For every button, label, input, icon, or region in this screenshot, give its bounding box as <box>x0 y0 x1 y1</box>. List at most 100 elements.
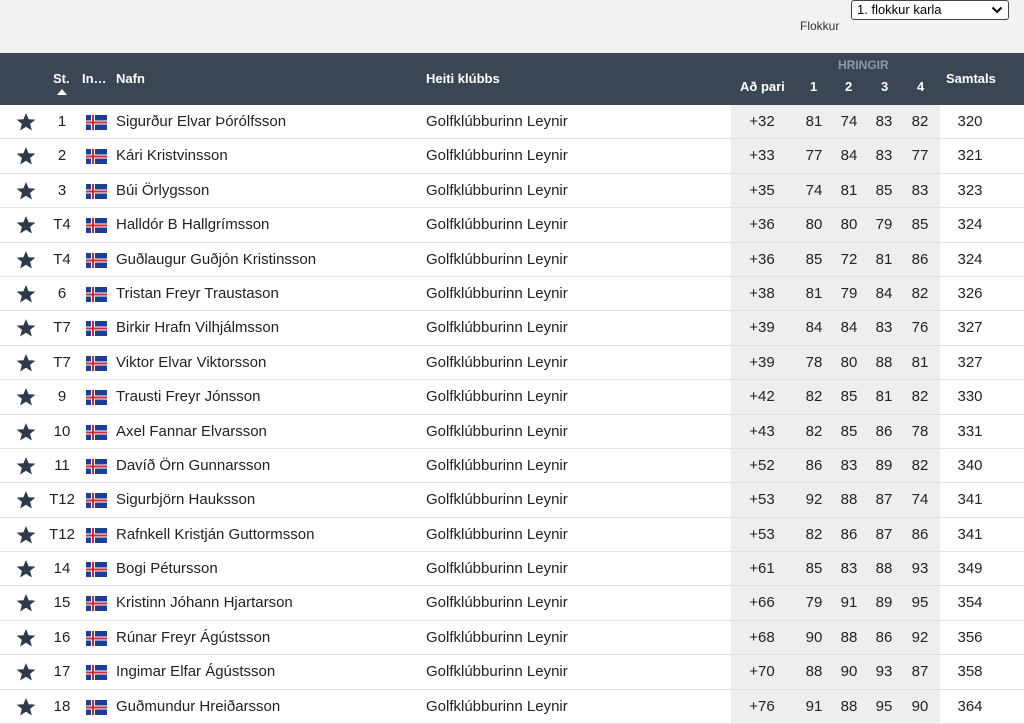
player-name[interactable]: Rafnkell Kristján Guttormsson <box>116 526 314 543</box>
player-name[interactable]: Davíð Örn Gunnarsson <box>116 457 270 474</box>
column-header-position[interactable]: St. <box>53 71 70 86</box>
player-name[interactable]: Trausti Freyr Jónsson <box>116 388 261 405</box>
round-3-score: 87 <box>875 491 893 509</box>
player-name[interactable]: Búi Örlygsson <box>116 182 209 199</box>
star-icon[interactable] <box>16 697 36 717</box>
player-name[interactable]: Axel Fannar Elvarsson <box>116 423 267 440</box>
round-4-score: 87 <box>911 663 929 681</box>
star-icon[interactable] <box>16 456 36 476</box>
to-par: +39 <box>749 353 775 371</box>
player-name[interactable]: Kristinn Jóhann Hjartarson <box>116 594 293 611</box>
star-icon[interactable] <box>16 112 36 132</box>
iceland-flag-icon <box>86 355 107 371</box>
player-name[interactable]: Viktor Elvar Viktorsson <box>116 354 266 371</box>
table-row[interactable]: T7 Viktor Elvar Viktorsson Golfklúbburin… <box>0 345 1024 381</box>
star-icon[interactable] <box>16 559 36 579</box>
column-header-name[interactable]: Nafn <box>116 71 145 86</box>
round-1-score: 85 <box>805 250 823 268</box>
round-1-score: 85 <box>805 560 823 578</box>
total-score: 326 <box>957 284 983 302</box>
column-header-round-4[interactable]: 4 <box>917 79 924 94</box>
round-1-score: 88 <box>805 663 823 681</box>
round-1-score: 81 <box>805 113 823 130</box>
position: 18 <box>53 697 71 715</box>
star-icon[interactable] <box>16 490 36 510</box>
star-icon[interactable] <box>16 387 36 407</box>
position: 16 <box>53 628 71 646</box>
iceland-flag-icon <box>86 390 107 406</box>
table-row[interactable]: 9 Trausti Freyr Jónsson Golfklúbburinn L… <box>0 380 1024 415</box>
round-3-score: 86 <box>875 628 893 646</box>
player-name[interactable]: Ingimar Elfar Ágústsson <box>116 663 275 680</box>
club-name: Golfklúbburinn Leynir <box>426 697 568 715</box>
table-row[interactable]: T7 Birkir Hrafn Vilhjálmsson Golfklúbbur… <box>0 311 1024 346</box>
club-name: Golfklúbburinn Leynir <box>426 250 568 268</box>
player-name[interactable]: Halldór B Hallgrímsson <box>116 216 269 233</box>
table-row[interactable]: 3 Búi Örlygsson Golfklúbburinn Leynir +3… <box>0 173 1024 209</box>
player-name[interactable]: Rúnar Freyr Ágústsson <box>116 629 270 646</box>
star-icon[interactable] <box>16 525 36 545</box>
table-row[interactable]: 11 Davíð Örn Gunnarsson Golfklúbburinn L… <box>0 448 1024 484</box>
round-3-score: 81 <box>875 250 893 268</box>
star-icon[interactable] <box>16 284 36 304</box>
table-row[interactable]: 16 Rúnar Freyr Ágústsson Golfklúbburinn … <box>0 620 1024 656</box>
star-icon[interactable] <box>16 593 36 613</box>
iceland-flag-icon <box>86 562 107 578</box>
star-icon[interactable] <box>16 353 36 373</box>
round-3-score: 83 <box>875 319 893 337</box>
sort-ascending-icon[interactable] <box>57 89 67 95</box>
column-header-round-3[interactable]: 3 <box>881 79 888 94</box>
table-row[interactable]: T4 Halldór B Hallgrímsson Golfklúbburinn… <box>0 208 1024 243</box>
position: 9 <box>57 388 67 406</box>
player-name[interactable]: Tristan Freyr Traustason <box>116 285 279 302</box>
column-header-to-par[interactable]: Að pari <box>740 79 785 94</box>
table-row[interactable]: T12 Rafnkell Kristján Guttormsson Golfkl… <box>0 517 1024 553</box>
round-4-score: 82 <box>911 456 929 474</box>
round-2-score: 79 <box>840 284 858 302</box>
star-icon[interactable] <box>16 318 36 338</box>
player-name[interactable]: Sigurbjörn Hauksson <box>116 491 255 508</box>
star-icon[interactable] <box>16 628 36 648</box>
column-header-club[interactable]: Heiti klúbbs <box>426 71 500 86</box>
table-row[interactable]: 2 Kári Kristvinsson Golfklúbburinn Leyni… <box>0 139 1024 174</box>
player-name[interactable]: Guðlaugur Guðjón Kristinsson <box>116 251 316 268</box>
round-3-score: 93 <box>875 663 893 681</box>
table-row[interactable]: 6 Tristan Freyr Traustason Golfklúbburin… <box>0 276 1024 312</box>
position: T12 <box>49 525 75 543</box>
table-row[interactable]: 15 Kristinn Jóhann Hjartarson Golfklúbbu… <box>0 586 1024 621</box>
table-row[interactable]: 14 Bogi Pétursson Golfklúbburinn Leynir … <box>0 552 1024 587</box>
column-header-round-1[interactable]: 1 <box>810 79 817 94</box>
round-2-score: 88 <box>840 628 858 646</box>
player-name[interactable]: Sigurður Elvar Þórólfsson <box>116 113 286 130</box>
round-2-score: 84 <box>840 147 858 165</box>
star-icon[interactable] <box>16 422 36 442</box>
player-name[interactable]: Birkir Hrafn Vilhjálmsson <box>116 319 279 336</box>
player-name[interactable]: Guðmundur Hreiðarsson <box>116 698 280 715</box>
star-icon[interactable] <box>16 181 36 201</box>
table-row[interactable]: T12 Sigurbjörn Hauksson Golfklúbburinn L… <box>0 483 1024 518</box>
star-icon[interactable] <box>16 215 36 235</box>
column-header-total[interactable]: Samtals <box>946 71 996 86</box>
player-name[interactable]: Kári Kristvinsson <box>116 147 228 164</box>
table-row[interactable]: T4 Guðlaugur Guðjón Kristinsson Golfklúb… <box>0 242 1024 277</box>
column-header-round-2[interactable]: 2 <box>845 79 852 94</box>
star-icon[interactable] <box>16 250 36 270</box>
round-1-score: 80 <box>805 216 823 234</box>
round-4-score: 85 <box>911 216 929 234</box>
table-row[interactable]: 1 Sigurður Elvar Þórólfsson Golfklúbburi… <box>0 105 1024 140</box>
table-row[interactable]: 17 Ingimar Elfar Ágústsson Golfklúbburin… <box>0 655 1024 690</box>
star-icon[interactable] <box>16 146 36 166</box>
column-header-initials[interactable]: In… <box>82 71 107 86</box>
flokkur-select[interactable]: 1. flokkur karla <box>851 0 1009 20</box>
club-name: Golfklúbburinn Leynir <box>426 456 568 474</box>
to-par: +36 <box>749 250 775 268</box>
table-row[interactable]: 10 Axel Fannar Elvarsson Golfklúbburinn … <box>0 414 1024 449</box>
total-score: 323 <box>957 181 983 199</box>
star-icon[interactable] <box>16 662 36 682</box>
player-name[interactable]: Bogi Pétursson <box>116 560 218 577</box>
iceland-flag-icon <box>86 596 107 612</box>
club-name: Golfklúbburinn Leynir <box>426 594 568 612</box>
round-1-score: 77 <box>805 147 823 165</box>
to-par: +32 <box>749 113 775 130</box>
table-row[interactable]: 18 Guðmundur Hreiðarsson Golfklúbburinn … <box>0 689 1024 724</box>
